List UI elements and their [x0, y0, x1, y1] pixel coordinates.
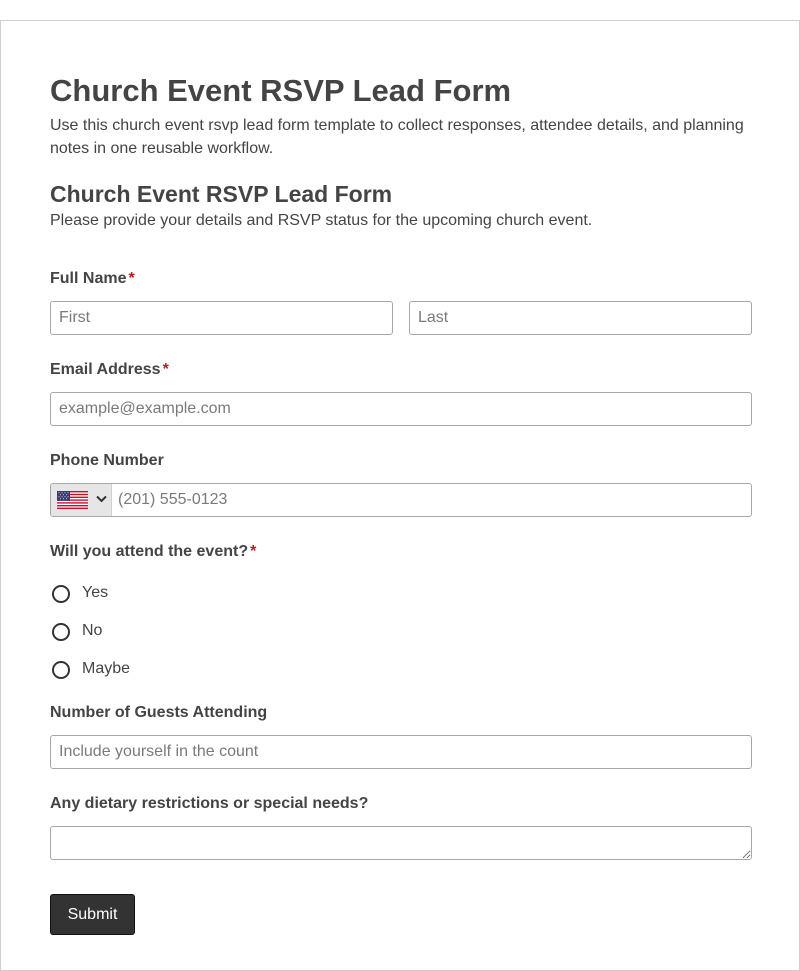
first-name-input[interactable]	[50, 301, 393, 335]
radio-label-yes: Yes	[82, 584, 109, 601]
radio-button[interactable]	[52, 661, 70, 679]
attendance-label-text: Will you attend the event?	[50, 543, 249, 560]
form-description: Please provide your details and RSVP sta…	[50, 212, 593, 229]
email-input[interactable]	[50, 392, 752, 426]
chevron-down-icon	[96, 495, 107, 503]
us-flag-icon	[57, 491, 88, 509]
email-label-text: Email Address	[50, 361, 161, 378]
form-card: Church Event RSVP Lead Form Use this chu…	[0, 20, 800, 971]
guests-label-text: Number of Guests Attending	[50, 704, 268, 721]
required-marker: *	[250, 543, 257, 560]
phone-label-text: Phone Number	[50, 452, 164, 469]
radio-option-no[interactable]: No	[50, 620, 350, 644]
phone-field	[50, 483, 752, 517]
full-name-label: Full Name *	[50, 269, 135, 289]
dietary-label-text: Any dietary restrictions or special need…	[50, 795, 369, 812]
attendance-label: Will you attend the event? *	[50, 542, 256, 562]
radio-button[interactable]	[52, 623, 70, 641]
phone-label: Phone Number	[50, 451, 164, 471]
radio-label-no: No	[82, 622, 103, 639]
country-code-select[interactable]	[51, 484, 112, 516]
page-description: Use this church event rsvp lead form tem…	[50, 117, 744, 157]
radio-option-maybe[interactable]: Maybe	[50, 658, 350, 682]
submit-button[interactable]: Submit	[50, 894, 135, 935]
dietary-textarea[interactable]	[50, 826, 752, 860]
radio-button[interactable]	[52, 585, 70, 603]
page-title: Church Event RSVP Lead Form	[50, 73, 512, 108]
phone-input[interactable]	[112, 484, 748, 516]
radio-option-yes[interactable]: Yes	[50, 582, 350, 606]
required-marker: *	[128, 270, 135, 287]
form-title: Church Event RSVP Lead Form	[50, 181, 393, 207]
dietary-label: Any dietary restrictions or special need…	[50, 794, 368, 814]
last-name-input[interactable]	[409, 301, 752, 335]
guests-label: Number of Guests Attending	[50, 703, 267, 723]
radio-label-maybe: Maybe	[82, 660, 131, 677]
guests-count-input[interactable]	[50, 735, 752, 769]
email-label: Email Address *	[50, 360, 169, 380]
full-name-label-text: Full Name	[50, 270, 127, 287]
required-marker: *	[162, 361, 169, 378]
